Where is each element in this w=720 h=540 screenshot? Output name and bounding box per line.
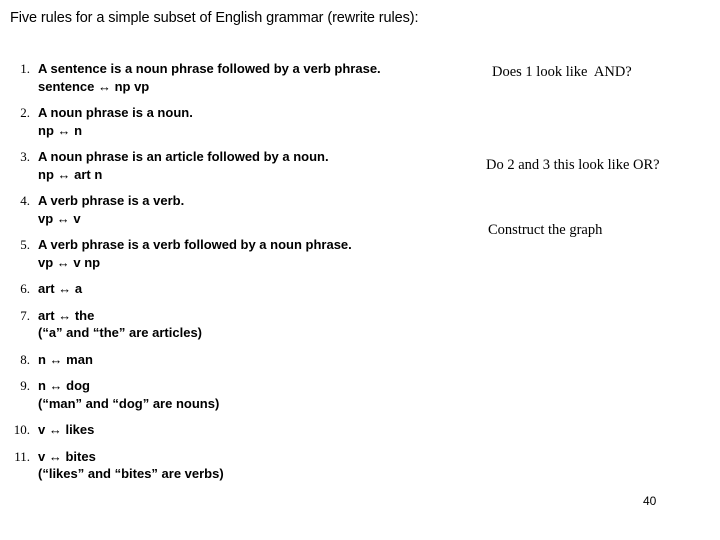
rule-item: 3. A noun phrase is an article followed b…	[0, 148, 470, 183]
rewrite-rules-list: 1. A sentence is a noun phrase followed b…	[0, 60, 470, 492]
rule-item: 1. A sentence is a noun phrase followed b…	[0, 60, 470, 95]
rule-production: np ↔ art n	[38, 166, 103, 182]
rule-body: art ↔ the (“a” and “the” are articles)	[38, 307, 470, 342]
rule-item: 10. v ↔ likes	[0, 421, 470, 439]
rule-number: 11.	[14, 448, 30, 464]
rule-item: 6. art ↔ a	[0, 280, 470, 298]
slide-canvas: Five rules for a simple subset of Englis…	[0, 0, 720, 540]
rule-production: vp ↔ v	[38, 210, 81, 226]
rule-body: A noun phrase is an article followed by …	[38, 148, 470, 183]
rule-item: 7. art ↔ the (“a” and “the” are articles)	[0, 307, 470, 342]
rule-body: A sentence is a noun phrase followed by …	[38, 60, 470, 95]
annotation-and-question: Does 1 look like AND?	[492, 64, 632, 80]
rule-production: n ↔ dog	[38, 378, 90, 393]
rule-production: art ↔ the	[38, 307, 95, 323]
rule-body: art ↔ a	[38, 280, 470, 298]
rule-number: 3.	[20, 149, 30, 164]
rule-body: n ↔ man	[38, 351, 470, 369]
rule-production: v ↔ likes	[38, 422, 95, 437]
rule-note: (“a” and “the” are articles)	[38, 325, 202, 340]
rule-description: A verb phrase is a verb.	[38, 193, 185, 208]
rule-description: A noun phrase is an article followed by …	[38, 149, 329, 164]
annotation-construct-graph: Construct the graph	[488, 222, 603, 238]
rule-production: vp ↔ v np	[38, 254, 101, 270]
rule-item: 9. n ↔ dog (“man” and “dog” are nouns)	[0, 377, 470, 412]
rule-body: A noun phrase is a noun. np ↔ n	[38, 104, 470, 139]
rule-number: 4.	[20, 193, 30, 208]
rule-body: v ↔ likes	[38, 421, 470, 439]
rule-number: 7.	[20, 307, 30, 323]
rule-item: 2. A noun phrase is a noun. np ↔ n	[0, 104, 470, 139]
rule-description: A verb phrase is a verb followed by a no…	[38, 237, 352, 252]
rule-production: art ↔ a	[38, 281, 83, 296]
page-number: 40	[643, 494, 657, 508]
rule-note: (“likes” and “bites” are verbs)	[38, 466, 224, 481]
rule-number: 2.	[20, 105, 30, 120]
rule-item: 8. n ↔ man	[0, 351, 470, 369]
annotation-or-question: Do 2 and 3 this look like OR?	[486, 157, 660, 173]
rule-number: 8.	[20, 351, 30, 367]
rule-body: n ↔ dog (“man” and “dog” are nouns)	[38, 377, 470, 412]
rule-number: 9.	[20, 378, 30, 393]
rule-description: A sentence is a noun phrase followed by …	[38, 61, 381, 76]
rule-item: 11. v ↔ bites (“likes” and “bites” are ver…	[0, 448, 470, 483]
rule-number: 1.	[20, 61, 30, 76]
rule-production: v ↔ bites	[38, 448, 96, 464]
rule-description: A noun phrase is a noun.	[38, 105, 193, 120]
rule-body: A verb phrase is a verb followed by a no…	[38, 236, 470, 271]
rule-body: A verb phrase is a verb. vp ↔ v	[38, 192, 470, 227]
rule-number: 6.	[20, 281, 30, 296]
rule-number: 5.	[20, 237, 30, 252]
rule-item: 4. A verb phrase is a verb. vp ↔ v	[0, 192, 470, 227]
rule-note: (“man” and “dog” are nouns)	[38, 395, 220, 411]
rule-production: np ↔ n	[38, 122, 83, 138]
page-title: Five rules for a simple subset of Englis…	[10, 10, 419, 26]
rule-production: sentence ↔ np vp	[38, 78, 150, 94]
rule-body: v ↔ bites (“likes” and “bites” are verbs)	[38, 448, 470, 483]
rule-number: 10.	[13, 422, 30, 437]
rule-production: n ↔ man	[38, 351, 93, 367]
rule-item: 5. A verb phrase is a verb followed by a …	[0, 236, 470, 271]
